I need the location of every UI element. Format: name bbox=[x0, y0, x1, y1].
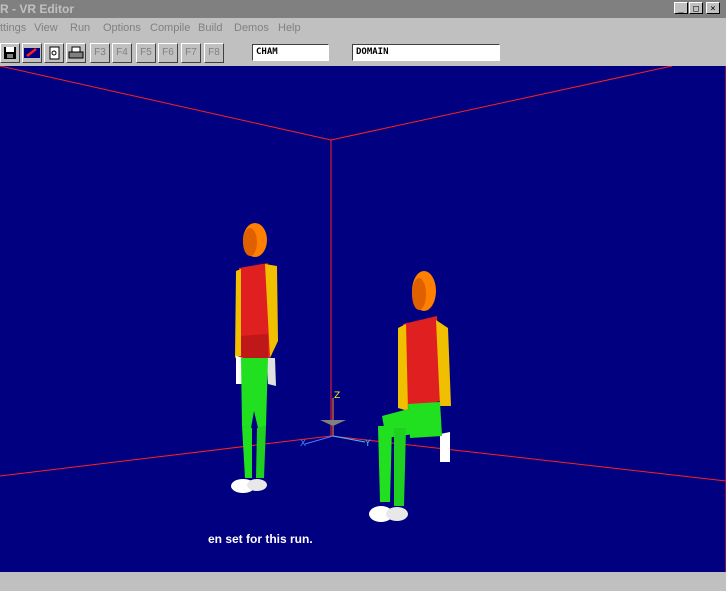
edit-button[interactable] bbox=[22, 43, 42, 63]
status-bar bbox=[0, 573, 726, 591]
domain-field[interactable]: DOMAIN bbox=[352, 44, 500, 61]
scene-canvas: Z X Y bbox=[0, 66, 726, 572]
save-button[interactable] bbox=[0, 43, 20, 63]
menu-settings[interactable]: ttings bbox=[0, 22, 26, 34]
menu-view[interactable]: View bbox=[34, 22, 58, 34]
f3-button[interactable]: F3 bbox=[90, 43, 110, 63]
menu-options[interactable]: Options bbox=[103, 22, 141, 34]
menu-build[interactable]: Build bbox=[198, 22, 222, 34]
menu-bar: ttings View Run Options Compile Build De… bbox=[0, 19, 726, 39]
axis-gizmo: Z X Y bbox=[300, 391, 371, 449]
printer-icon bbox=[68, 46, 84, 59]
run-status-message: en set for this run. bbox=[208, 532, 313, 546]
copy-button[interactable] bbox=[44, 43, 64, 63]
f8-button[interactable]: F8 bbox=[204, 43, 224, 63]
f7-button[interactable]: F7 bbox=[181, 43, 201, 63]
menu-help[interactable]: Help bbox=[278, 22, 301, 34]
title-bar: R - VR Editor _ □ × bbox=[0, 0, 726, 18]
axis-z-label: Z bbox=[334, 391, 340, 401]
menu-run[interactable]: Run bbox=[70, 22, 90, 34]
domain-edges bbox=[0, 66, 726, 572]
maximize-button[interactable]: □ bbox=[689, 2, 703, 14]
axis-x-label: X bbox=[300, 439, 306, 449]
toolbar: F3 F4 F5 F6 F7 F8 CHAM DOMAIN bbox=[0, 40, 726, 66]
minimize-button[interactable]: _ bbox=[674, 2, 688, 14]
print-button[interactable] bbox=[66, 43, 86, 63]
menu-demos[interactable]: Demos bbox=[234, 22, 269, 34]
f5-button[interactable]: F5 bbox=[136, 43, 156, 63]
menu-compile[interactable]: Compile bbox=[150, 22, 190, 34]
document-icon bbox=[49, 46, 60, 60]
pencil-icon bbox=[24, 48, 40, 58]
seated-figure bbox=[369, 271, 451, 522]
save-icon bbox=[4, 47, 16, 59]
f4-button[interactable]: F4 bbox=[112, 43, 132, 63]
standing-figure bbox=[231, 223, 278, 493]
window-title: R - VR Editor bbox=[0, 2, 74, 16]
cham-field[interactable]: CHAM bbox=[252, 44, 329, 61]
close-button[interactable]: × bbox=[706, 2, 720, 14]
f6-button[interactable]: F6 bbox=[158, 43, 178, 63]
axis-y-label: Y bbox=[364, 439, 371, 449]
3d-viewport[interactable]: Z X Y en set for this run. bbox=[0, 66, 726, 572]
